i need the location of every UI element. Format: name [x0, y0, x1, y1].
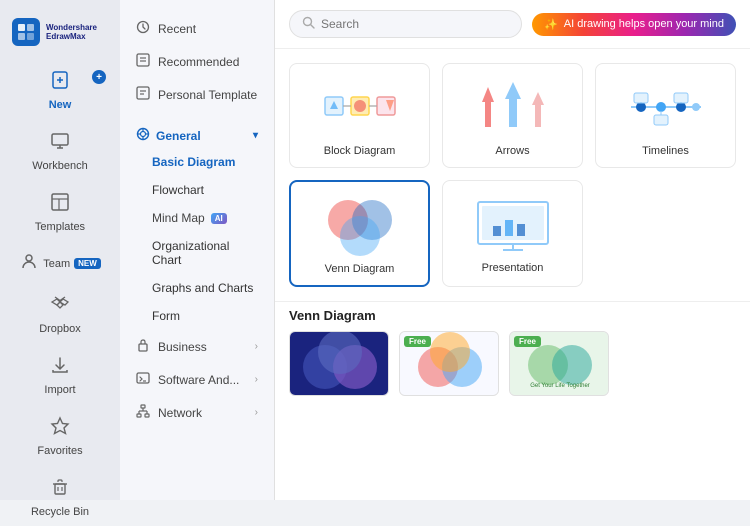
ai-banner-icon: ✨: [544, 18, 558, 31]
template-card-2[interactable]: Free: [399, 331, 499, 396]
template-row: Free Free Get Your Life Together: [289, 331, 736, 396]
recent-icon: [136, 20, 150, 37]
new-plus-badge: +: [92, 70, 106, 84]
arrows-card[interactable]: Arrows: [442, 63, 583, 168]
sidebar-item-dropbox[interactable]: Dropbox: [6, 286, 114, 343]
workbench-icon: [50, 131, 70, 156]
dropbox-label: Dropbox: [39, 323, 81, 335]
software-label: Software And...: [158, 373, 247, 387]
team-new-badge: NEW: [74, 258, 101, 269]
graphs-item[interactable]: Graphs and Charts: [120, 274, 274, 302]
search-input[interactable]: [321, 17, 509, 31]
sidebar-item-import[interactable]: Import: [6, 347, 114, 404]
general-icon: [136, 127, 150, 144]
presentation-card[interactable]: Presentation: [442, 180, 583, 287]
personal-label: Personal Template: [158, 88, 257, 102]
flowchart-item[interactable]: Flowchart: [120, 176, 274, 204]
team-icon: [19, 251, 39, 276]
network-section[interactable]: Network ›: [120, 396, 274, 429]
business-icon: [136, 338, 150, 355]
team-label: Team: [43, 258, 70, 270]
top-bar: ✨ AI drawing helps open your mind: [275, 0, 750, 49]
recent-label: Recent: [158, 22, 196, 36]
new-icon: [50, 70, 70, 95]
recycle-icon: [50, 477, 70, 502]
favorites-label: Favorites: [37, 445, 82, 457]
venn-diagram-img: [320, 192, 400, 257]
sidebar-item-new[interactable]: New +: [6, 62, 114, 119]
templates-label: Templates: [35, 221, 85, 233]
block-diagram-card[interactable]: Block Diagram: [289, 63, 430, 168]
sidebar-item-favorites[interactable]: Favorites: [6, 408, 114, 465]
search-icon: [302, 16, 315, 32]
import-label: Import: [44, 384, 75, 396]
svg-text:Get Your Life Together: Get Your Life Together: [530, 383, 590, 389]
sidebar-item-workbench[interactable]: Workbench: [6, 123, 114, 180]
middle-panel: Recent Recommended Personal Template: [120, 0, 275, 500]
app-logo-icon: [12, 18, 40, 46]
general-section-header[interactable]: General ▾: [120, 117, 274, 148]
basic-diagram-item[interactable]: Basic Diagram: [120, 148, 274, 176]
timelines-card[interactable]: Timelines: [595, 63, 736, 168]
new-label: New: [49, 99, 72, 111]
dropbox-icon: [50, 294, 70, 319]
sidebar-item-recycle[interactable]: Recycle Bin: [6, 469, 114, 526]
venn-diagram-card[interactable]: Venn Diagram: [289, 180, 430, 287]
bottom-section-title: Venn Diagram: [289, 308, 736, 323]
ai-banner-text: AI drawing helps open your mind: [564, 18, 724, 30]
workbench-label: Workbench: [32, 160, 87, 172]
bottom-section: Venn Diagram Free: [275, 301, 750, 402]
logo-area: Wondershare EdrawMax: [0, 10, 120, 60]
recycle-label: Recycle Bin: [31, 506, 89, 518]
sidebar: Wondershare EdrawMax New + Workbench: [0, 0, 120, 500]
sidebar-item-team[interactable]: Team NEW: [6, 245, 114, 282]
import-icon: [50, 355, 70, 380]
general-chevron-icon: ▾: [253, 130, 258, 141]
middle-personal[interactable]: Personal Template: [120, 78, 274, 111]
main-content: ✨ AI drawing helps open your mind: [275, 0, 750, 500]
free-badge-2: Free: [404, 336, 431, 347]
mind-map-ai-badge: AI: [211, 213, 227, 224]
free-badge-3: Free: [514, 336, 541, 347]
venn-diagram-label: Venn Diagram: [325, 263, 395, 275]
timelines-label: Timelines: [642, 145, 689, 157]
form-item[interactable]: Form: [120, 302, 274, 330]
presentation-img: [473, 191, 553, 256]
arrows-label: Arrows: [495, 145, 529, 157]
app-name: Wondershare EdrawMax: [46, 23, 97, 41]
recommended-label: Recommended: [158, 55, 239, 69]
block-diagram-label: Block Diagram: [324, 145, 396, 157]
org-chart-item[interactable]: Organizational Chart: [120, 232, 274, 274]
software-icon: [136, 371, 150, 388]
software-section[interactable]: Software And... ›: [120, 363, 274, 396]
template-card-1[interactable]: [289, 331, 389, 396]
network-icon: [136, 404, 150, 421]
diagram-grid: Block Diagram Arrows: [275, 49, 750, 301]
arrows-img: [473, 74, 553, 139]
business-label: Business: [158, 340, 247, 354]
templates-icon: [50, 192, 70, 217]
middle-recommended[interactable]: Recommended: [120, 45, 274, 78]
personal-icon: [136, 86, 150, 103]
favorites-icon: [50, 416, 70, 441]
block-diagram-img: [320, 74, 400, 139]
middle-recent[interactable]: Recent: [120, 12, 274, 45]
team-label-row: Team NEW: [19, 251, 101, 276]
timelines-img: [626, 74, 706, 139]
sidebar-item-templates[interactable]: Templates: [6, 184, 114, 241]
software-expand-icon: ›: [255, 374, 258, 385]
general-label: General: [156, 129, 247, 143]
template-card-3[interactable]: Free Get Your Life Together: [509, 331, 609, 396]
network-label: Network: [158, 406, 247, 420]
presentation-label: Presentation: [482, 262, 544, 274]
ai-banner[interactable]: ✨ AI drawing helps open your mind: [532, 13, 736, 36]
search-box[interactable]: [289, 10, 522, 38]
business-section[interactable]: Business ›: [120, 330, 274, 363]
recommended-icon: [136, 53, 150, 70]
business-expand-icon: ›: [255, 341, 258, 352]
mind-map-item[interactable]: Mind Map AI: [120, 204, 274, 232]
network-expand-icon: ›: [255, 407, 258, 418]
